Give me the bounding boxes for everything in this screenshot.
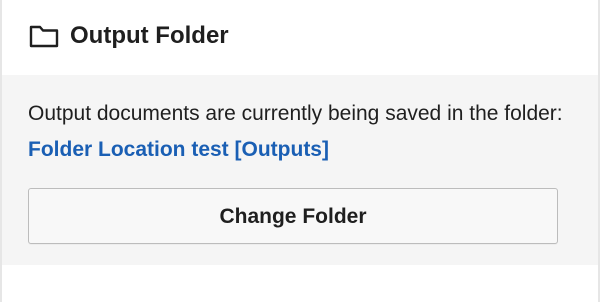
change-folder-button[interactable]: Change Folder bbox=[28, 188, 558, 244]
message-text: Output documents are currently being sav… bbox=[28, 102, 563, 125]
folder-icon bbox=[29, 24, 59, 48]
folder-location-link[interactable]: Folder Location test [Outputs] bbox=[28, 138, 329, 161]
output-folder-panel: Output Folder Output documents are curre… bbox=[0, 0, 600, 302]
panel-header: Output Folder bbox=[2, 0, 598, 75]
folder-message: Output documents are currently being sav… bbox=[28, 96, 576, 168]
panel-body: Output documents are currently being sav… bbox=[2, 75, 598, 265]
panel-title: Output Folder bbox=[70, 22, 229, 49]
